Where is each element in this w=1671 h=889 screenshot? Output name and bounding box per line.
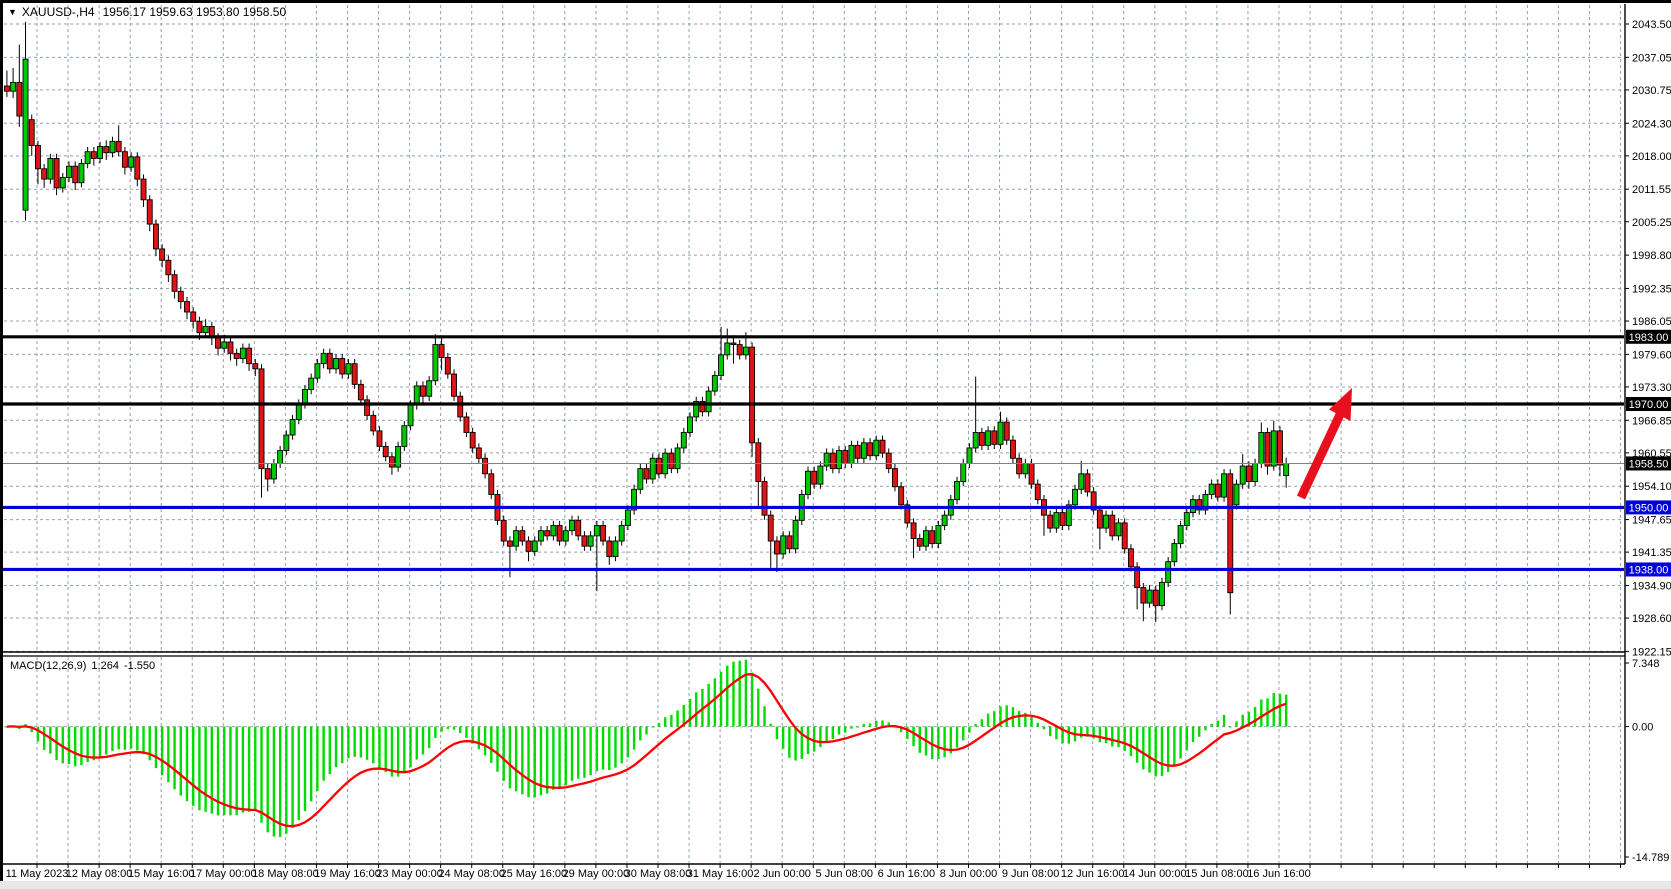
price-axis-label: 2005.25: [1632, 217, 1671, 229]
macd-indicator-label: MACD(12,26,9) 1.264 -1.550: [10, 660, 160, 672]
chart-canvas[interactable]: 2043.50 2037.05 2030.75 2024.30 2018.00 2011.…: [0, 0, 1671, 889]
time-axis-label: 31 May 16:00: [687, 868, 754, 880]
price-axis[interactable]: 2043.50 2037.05 2030.75 2024.30 2018.00 2011.…: [1625, 19, 1671, 658]
time-axis-label: 29 May 00:00: [563, 868, 630, 880]
chart-dropdown-icon[interactable]: ▼: [8, 7, 17, 17]
time-axis-label: 8 Jun 00:00: [940, 868, 998, 880]
price-axis-label: 2043.50: [1632, 19, 1671, 31]
price-axis-label: 1954.10: [1632, 481, 1671, 493]
price-badge-1950.00: 1950.00: [1629, 502, 1669, 514]
price-axis-label: 1973.30: [1632, 382, 1671, 394]
time-axis-label: 17 May 00:00: [190, 868, 257, 880]
chart-symbol-period: XAUUSD-,H4: [22, 5, 95, 19]
price-axis-label: 1928.60: [1632, 613, 1671, 625]
time-axis[interactable]: 11 May 202312 May 08:0015 May 16:0017 Ma…: [6, 864, 1621, 880]
time-axis-label: 11 May 2023: [6, 868, 69, 880]
time-axis-label: 19 May 16:00: [314, 868, 381, 880]
time-axis-label: 15 Jun 08:00: [1185, 868, 1249, 880]
price-axis-label: 2030.75: [1632, 85, 1671, 97]
macd-value: 1.264: [91, 660, 119, 672]
time-axis-label: 2 Jun 00:00: [753, 868, 811, 880]
price-axis-label: 1922.15: [1632, 646, 1671, 658]
price-axis-label: 2037.05: [1632, 52, 1671, 64]
time-axis-label: 12 Jun 16:00: [1061, 868, 1125, 880]
macd-axis-label: 7.348: [1632, 658, 1660, 670]
price-badge-1938.00: 1938.00: [1629, 564, 1669, 576]
price-axis-label: 1947.65: [1632, 515, 1671, 527]
time-axis-label: 12 May 08:00: [66, 868, 133, 880]
time-axis-label: 9 Jun 08:00: [1002, 868, 1060, 880]
mt4-chart-window: ▼ XAUUSD-,H4 1956.17 1959.63 1953.80 1958.…: [0, 0, 1671, 889]
price-axis-label: 2018.00: [1632, 151, 1671, 163]
time-axis-label: 30 May 08:00: [625, 868, 692, 880]
time-axis-label: 24 May 08:00: [438, 868, 505, 880]
price-axis-label: 1966.85: [1632, 415, 1671, 427]
price-badge-1970.00: 1970.00: [1629, 399, 1669, 411]
macd-axis-label: -14.789: [1632, 852, 1669, 864]
time-axis-label: 25 May 16:00: [500, 868, 567, 880]
time-axis-label: 5 Jun 08:00: [816, 868, 874, 880]
time-axis-label: 14 Jun 00:00: [1123, 868, 1187, 880]
time-axis-label: 6 Jun 16:00: [878, 868, 936, 880]
price-axis-label: 2011.55: [1632, 184, 1671, 196]
price-axis-label: 1979.60: [1632, 349, 1671, 361]
price-axis-label: 1992.35: [1632, 283, 1671, 295]
time-axis-label: 18 May 08:00: [252, 868, 319, 880]
price-axis-label: 2024.30: [1632, 118, 1671, 130]
macd-axis[interactable]: 7.348 0.00 -14.789: [1625, 658, 1669, 864]
macd-indicator-pane: [6, 660, 1288, 837]
price-axis-label: 1986.05: [1632, 316, 1671, 328]
price-badge-1983.00: 1983.00: [1629, 332, 1669, 344]
time-axis-label: 15 May 16:00: [128, 868, 195, 880]
macd-signal-value: -1.550: [124, 660, 155, 672]
price-axis-label: 1941.35: [1632, 547, 1671, 559]
price-axis-label: 1934.90: [1632, 580, 1671, 592]
price-badge-1958.50: 1958.50: [1629, 458, 1669, 470]
macd-name: MACD(12,26,9): [10, 660, 86, 672]
chart-title-bar: ▼ XAUUSD-,H4 1956.17 1959.63 1953.80 1958.…: [8, 5, 286, 19]
time-axis-label: 16 Jun 16:00: [1247, 868, 1311, 880]
macd-axis-label: 0.00: [1632, 722, 1653, 734]
pane-borders: [0, 0, 1671, 889]
candlestick-series: [4, 22, 1288, 622]
price-axis-label: 1998.80: [1632, 250, 1671, 262]
time-axis-label: 23 May 00:00: [376, 868, 443, 880]
chart-ohlc-readout: 1956.17 1959.63 1953.80 1958.50: [103, 5, 287, 19]
